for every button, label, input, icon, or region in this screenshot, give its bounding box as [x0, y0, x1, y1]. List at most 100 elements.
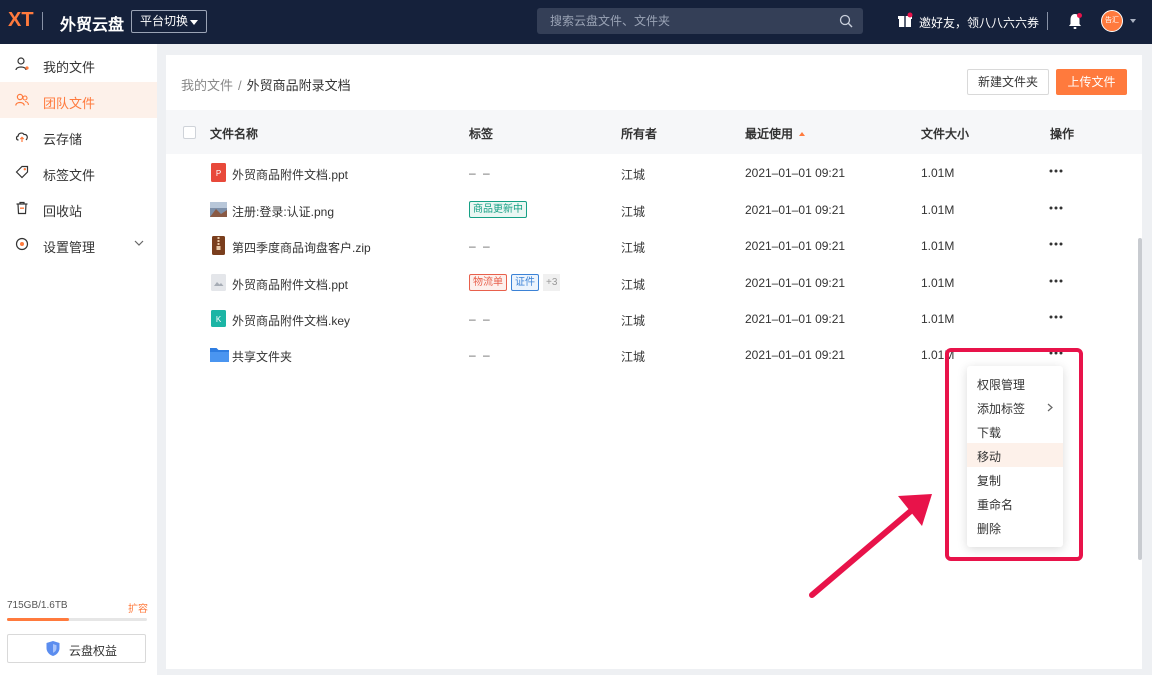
file-size: 1.01M [921, 312, 955, 326]
file-name[interactable]: 外贸商品附件文档.ppt [232, 276, 348, 293]
more-icon[interactable] [1049, 206, 1063, 210]
column-header-recent[interactable]: 最近使用 [745, 125, 806, 142]
last-used-date: 2021–01–01 09:21 [745, 166, 846, 180]
user-file-icon [15, 57, 29, 71]
sidebar-item-label: 回收站 [43, 204, 83, 219]
more-icon[interactable] [1049, 315, 1063, 319]
svg-text:P: P [216, 169, 221, 178]
table-row[interactable]: 注册:登录:认证.png 商品更新中 江城 2021–01–01 09:21 1… [166, 191, 1142, 227]
column-header-size: 文件大小 [921, 127, 970, 141]
sidebar-item-tag-files[interactable]: 标签文件 [0, 154, 157, 190]
tag-badge[interactable]: 证件 [511, 274, 539, 291]
sort-icon[interactable] [799, 132, 806, 136]
trash-icon [16, 201, 28, 215]
last-used-date: 2021–01–01 09:21 [745, 312, 846, 326]
new-folder-button[interactable]: 新建文件夹 [967, 69, 1049, 95]
image-icon [210, 202, 227, 217]
topbar-divider [1047, 12, 1048, 30]
breadcrumb: 我的文件 / 外贸商品附录文档 [181, 75, 351, 94]
search-input[interactable] [537, 8, 827, 34]
column-header-owner: 所有者 [621, 127, 658, 141]
storage-progress-fill [7, 618, 69, 621]
sidebar-item-label: 设置管理 [43, 240, 96, 255]
bell-icon[interactable] [1067, 12, 1083, 30]
invite-friends-link[interactable]: 邀好友，领八八六六券 [919, 14, 1039, 31]
cloud-perks-button[interactable]: 云盘权益 [7, 634, 146, 663]
sidebar-item-cloud-storage[interactable]: 云存储 [0, 118, 157, 154]
tag-list: 物流单 证件 +3 [469, 274, 561, 292]
sidebar-item-label: 标签文件 [43, 168, 96, 183]
caret-down-icon [190, 20, 198, 25]
last-used-date: 2021–01–01 09:21 [745, 276, 846, 290]
tag-badge[interactable]: 物流单 [469, 274, 507, 291]
annotation-arrow [809, 494, 932, 598]
tags-empty: – – [469, 348, 492, 362]
search-icon[interactable] [839, 14, 853, 28]
tags-empty: – – [469, 166, 492, 180]
owner: 江城 [621, 350, 646, 364]
file-name[interactable]: 第四季度商品询盘客户.zip [232, 239, 371, 256]
table-row[interactable]: K 外贸商品附件文档.key – – 江城 2021–01–01 09:21 1… [166, 300, 1142, 336]
platform-switch-dropdown[interactable]: 平台切换 [131, 10, 207, 33]
app-title: 外贸云盘 [60, 17, 125, 34]
avatar-caret-icon[interactable] [1130, 19, 1136, 23]
logo-divider [42, 12, 43, 30]
file-size: 1.01M [921, 166, 955, 180]
sidebar-item-team-files[interactable]: 团队文件 [0, 82, 157, 118]
cloud-icon [15, 132, 28, 142]
logo[interactable]: XT [8, 9, 34, 32]
tag-list: 商品更新中 [469, 201, 531, 219]
owner: 江城 [621, 241, 646, 255]
sidebar-item-my-files[interactable]: 我的文件 [0, 46, 157, 82]
shield-icon [46, 641, 60, 656]
breadcrumb-root-link[interactable]: 我的文件 [181, 78, 233, 93]
vertical-scrollbar[interactable] [1138, 238, 1142, 560]
tags-empty: – – [469, 239, 492, 253]
owner: 江城 [621, 168, 646, 182]
column-header-tags: 标签 [469, 127, 494, 141]
sidebar-item-recycle-bin[interactable]: 回收站 [0, 190, 157, 226]
team-icon [15, 93, 29, 106]
owner: 江城 [621, 278, 646, 292]
sidebar-item-label: 团队文件 [43, 96, 96, 111]
upload-file-button[interactable]: 上传文件 [1056, 69, 1127, 95]
more-icon[interactable] [1049, 169, 1063, 173]
breadcrumb-current: 外贸商品附录文档 [246, 78, 351, 93]
platform-switch-label: 平台切换 [140, 14, 189, 28]
gift-icon[interactable] [897, 12, 913, 28]
more-icon[interactable] [1049, 242, 1063, 246]
chevron-down-icon[interactable] [134, 239, 144, 247]
file-name[interactable]: 注册:登录:认证.png [232, 203, 334, 220]
column-header-name: 文件名称 [210, 127, 259, 141]
file-name[interactable]: 外贸商品附件文档.ppt [232, 166, 348, 183]
more-icon[interactable] [1049, 279, 1063, 283]
last-used-date: 2021–01–01 09:21 [745, 348, 846, 362]
expand-storage-link[interactable]: 扩容 [128, 600, 148, 615]
tags-empty: – – [469, 312, 492, 326]
table-row[interactable]: 第四季度商品询盘客户.zip – – 江城 2021–01–01 09:21 1… [166, 227, 1142, 263]
ppt-icon: P [211, 163, 226, 182]
file-size: 1.01M [921, 203, 955, 217]
table-header: 文件名称 标签 所有者 最近使用 文件大小 操作 [166, 110, 1142, 154]
search-bar[interactable] [537, 8, 863, 34]
key-icon: K [211, 310, 226, 327]
tag-badge[interactable]: 商品更新中 [469, 201, 527, 218]
file-name[interactable]: 共享文件夹 [232, 348, 292, 365]
owner: 江城 [621, 205, 646, 219]
table-row[interactable]: P 外贸商品附件文档.ppt – – 江城 2021–01–01 09:21 1… [166, 154, 1142, 190]
table-row[interactable]: 外贸商品附件文档.ppt 物流单 证件 +3 江城 2021–01–01 09:21… [166, 264, 1142, 300]
select-all-checkbox[interactable] [183, 126, 196, 139]
file-name[interactable]: 外贸商品附件文档.key [232, 312, 350, 329]
more-tags-badge[interactable]: +3 [543, 274, 561, 291]
last-used-date: 2021–01–01 09:21 [745, 239, 846, 253]
file-size: 1.01M [921, 239, 955, 253]
sidebar: 我的文件 团队文件 云存储 标签文件 回收站 设置管理 715GB/1.6TB … [0, 44, 157, 675]
owner: 江城 [621, 314, 646, 328]
avatar[interactable]: 告汇 [1101, 10, 1123, 32]
tag-icon [15, 165, 29, 179]
storage-usage-text: 715GB/1.6TB [7, 600, 68, 611]
sidebar-item-label: 我的文件 [43, 60, 96, 75]
svg-text:K: K [216, 315, 222, 324]
sidebar-item-label: 云存储 [43, 132, 83, 147]
sidebar-item-settings[interactable]: 设置管理 [0, 226, 157, 262]
